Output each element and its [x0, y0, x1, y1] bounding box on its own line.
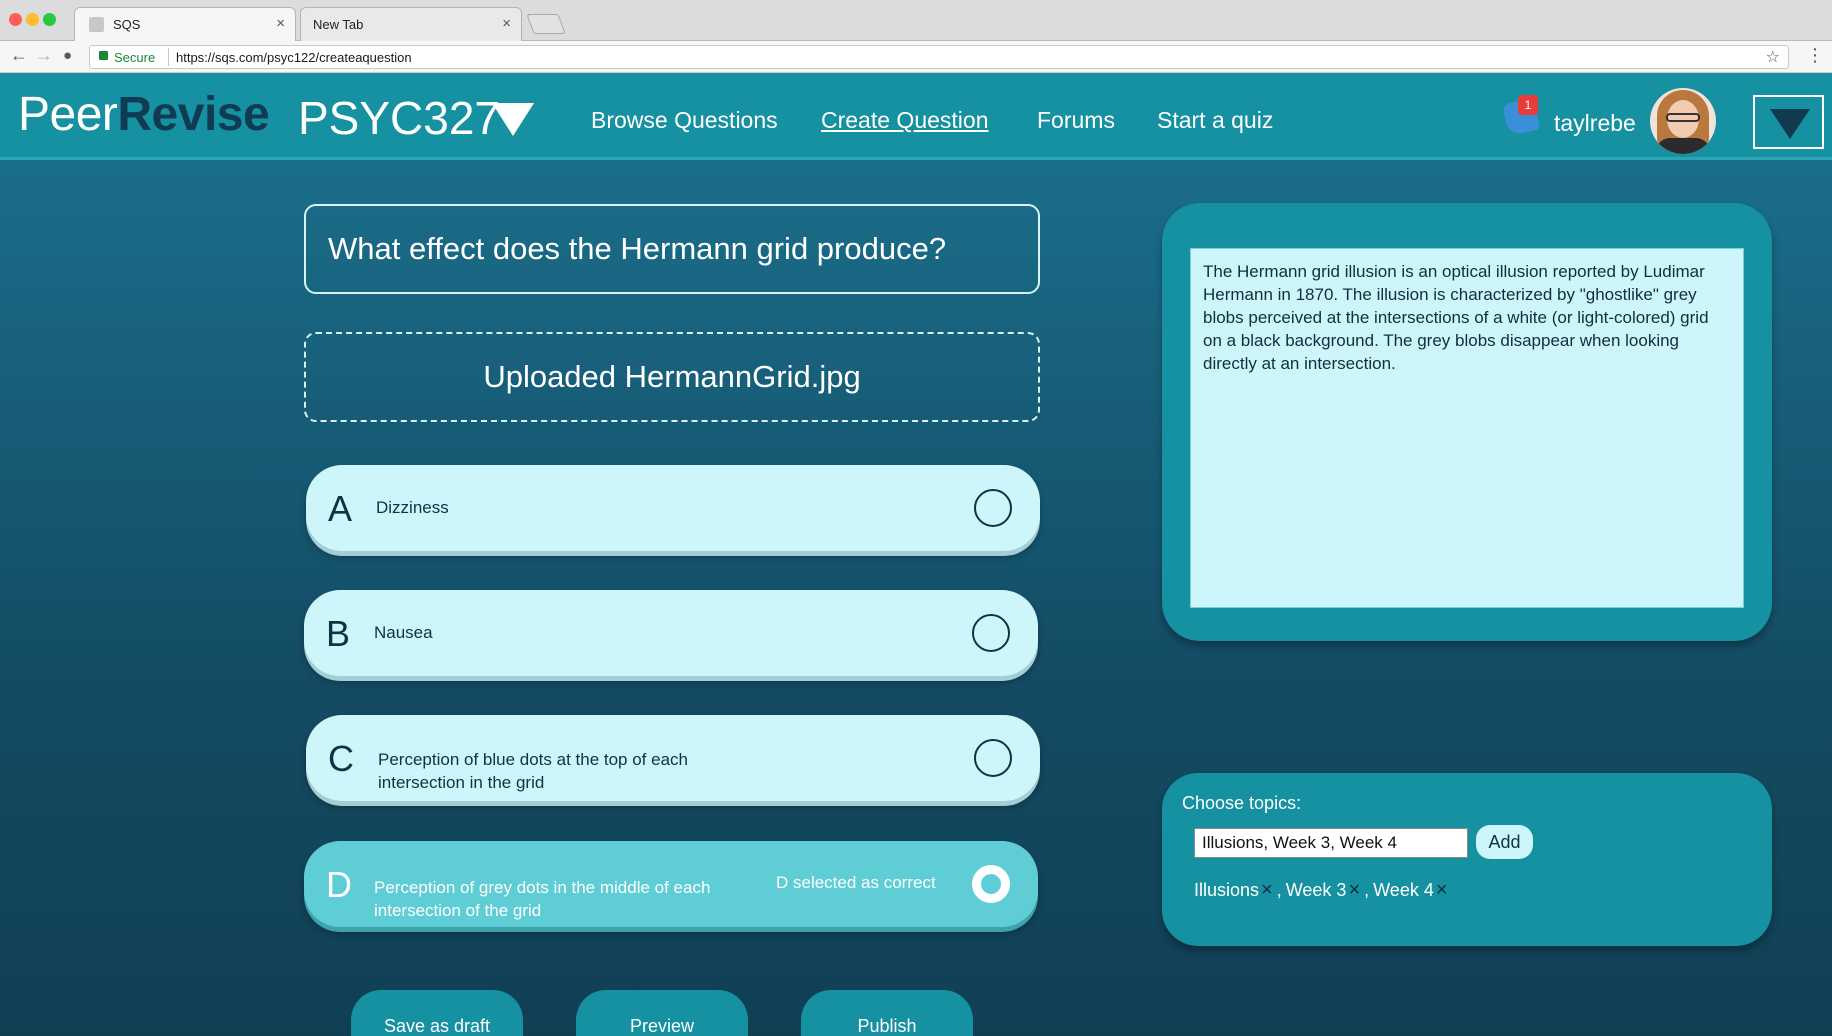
- correct-radio[interactable]: [972, 614, 1010, 652]
- topic-tag-illusions: Illusions ×: [1194, 879, 1273, 902]
- option-letter: A: [328, 488, 353, 529]
- page-favicon-icon: [89, 17, 104, 32]
- topics-label: Choose topics:: [1182, 793, 1302, 813]
- url-field[interactable]: Secure https://sqs.com/psyc122/createaqu…: [89, 45, 1789, 69]
- topics-input[interactable]: [1194, 828, 1468, 858]
- window-zoom-button[interactable]: [43, 13, 56, 26]
- correct-answer-label: D selected as correct: [776, 873, 936, 892]
- answer-option-a[interactable]: A Dizziness: [306, 465, 1040, 551]
- url-text[interactable]: https://sqs.com/psyc122/createaquestion: [176, 50, 412, 65]
- option-letter: C: [328, 738, 354, 779]
- url-divider: [168, 48, 169, 66]
- username[interactable]: taylrebe: [1554, 110, 1636, 137]
- publish-button[interactable]: Publish: [801, 990, 973, 1036]
- preview-button[interactable]: Preview: [576, 990, 748, 1036]
- reload-icon[interactable]: ●: [63, 47, 72, 64]
- notification-badge: 1: [1518, 95, 1538, 115]
- remove-tag-icon[interactable]: ×: [1348, 879, 1360, 902]
- answer-option-d[interactable]: D Perception of grey dots in the middle …: [304, 841, 1038, 927]
- forward-arrow-icon[interactable]: →: [35, 45, 53, 66]
- secure-label: Secure: [114, 50, 156, 65]
- tag-separator: ,: [1364, 880, 1370, 900]
- option-text[interactable]: Perception of blue dots at the top of ea…: [378, 748, 688, 794]
- answer-option-b[interactable]: B Nausea: [304, 590, 1038, 676]
- app-header: PeerRevise PSYC327 Browse Questions Crea…: [0, 73, 1832, 160]
- tab-close-icon[interactable]: ×: [502, 15, 511, 32]
- bookmark-star-icon[interactable]: ☆: [1766, 47, 1780, 67]
- answer-option-c[interactable]: C Perception of blue dots at the top of …: [306, 715, 1040, 801]
- address-bar: ← → ● Secure https://sqs.com/psyc122/cre…: [0, 41, 1832, 73]
- topic-tags: Illusions ×, Week 3 ×, Week 4 ×: [1194, 879, 1448, 902]
- option-letter: B: [326, 613, 351, 654]
- account-menu-button[interactable]: [1753, 95, 1824, 149]
- nav-start-quiz[interactable]: Start a quiz: [1157, 107, 1273, 134]
- back-arrow-icon[interactable]: ←: [10, 45, 28, 66]
- avatar[interactable]: [1650, 88, 1716, 154]
- logo-peer: Peer: [18, 88, 118, 141]
- question-input[interactable]: What effect does the Hermann grid produc…: [304, 204, 1040, 294]
- correct-radio-selected[interactable]: [972, 865, 1010, 903]
- topic-tag-week-3: Week 3 ×: [1285, 879, 1361, 902]
- course-selector[interactable]: PSYC327: [298, 91, 500, 145]
- tag-separator: ,: [1276, 880, 1282, 900]
- window-close-button[interactable]: [9, 13, 22, 26]
- correct-radio[interactable]: [974, 739, 1012, 777]
- logo-revise: Revise: [117, 88, 270, 141]
- option-letter: D: [326, 864, 352, 905]
- tab-new-tab[interactable]: New Tab ×: [300, 7, 522, 41]
- lock-icon: [99, 51, 108, 60]
- remove-tag-icon[interactable]: ×: [1436, 879, 1448, 902]
- tab-sqs[interactable]: SQS ×: [74, 7, 296, 41]
- course-dropdown-triangle-icon[interactable]: [492, 103, 534, 136]
- explanation-textarea[interactable]: The Hermann grid illusion is an optical …: [1190, 248, 1744, 608]
- topics-panel: Choose topics: Add Illusions×,Week 3×,We…: [1162, 773, 1772, 946]
- image-upload-area[interactable]: Uploaded HermannGrid.jpg: [304, 332, 1040, 422]
- browser-menu-icon[interactable]: ⋮: [1806, 45, 1824, 66]
- remove-tag-icon[interactable]: ×: [1261, 879, 1273, 902]
- nav-browse-questions[interactable]: Browse Questions: [591, 107, 778, 134]
- tab-title: SQS: [113, 17, 141, 32]
- create-question-page: What effect does the Hermann grid produc…: [0, 160, 1832, 1036]
- save-draft-button[interactable]: Save as draft: [351, 990, 523, 1036]
- explanation-panel: The Hermann grid illusion is an optical …: [1162, 203, 1772, 641]
- new-tab-button[interactable]: [526, 14, 566, 34]
- window-minimize-button[interactable]: [26, 13, 39, 26]
- option-text[interactable]: Perception of grey dots in the middle of…: [374, 876, 710, 922]
- option-text[interactable]: Nausea: [374, 621, 433, 644]
- correct-radio[interactable]: [974, 489, 1012, 527]
- menu-triangle-icon: [1770, 109, 1810, 139]
- peerrevise-logo[interactable]: PeerRevise: [18, 87, 270, 142]
- nav-forums[interactable]: Forums: [1037, 107, 1115, 134]
- tab-close-icon[interactable]: ×: [276, 15, 285, 32]
- nav-create-question[interactable]: Create Question: [821, 107, 988, 134]
- tab-title: New Tab: [313, 17, 364, 32]
- option-text[interactable]: Dizziness: [376, 496, 449, 519]
- browser-tab-bar: SQS × New Tab ×: [0, 0, 1832, 41]
- add-topic-button[interactable]: Add: [1476, 825, 1533, 859]
- topic-tag-week-4: Week 4 ×: [1373, 879, 1448, 902]
